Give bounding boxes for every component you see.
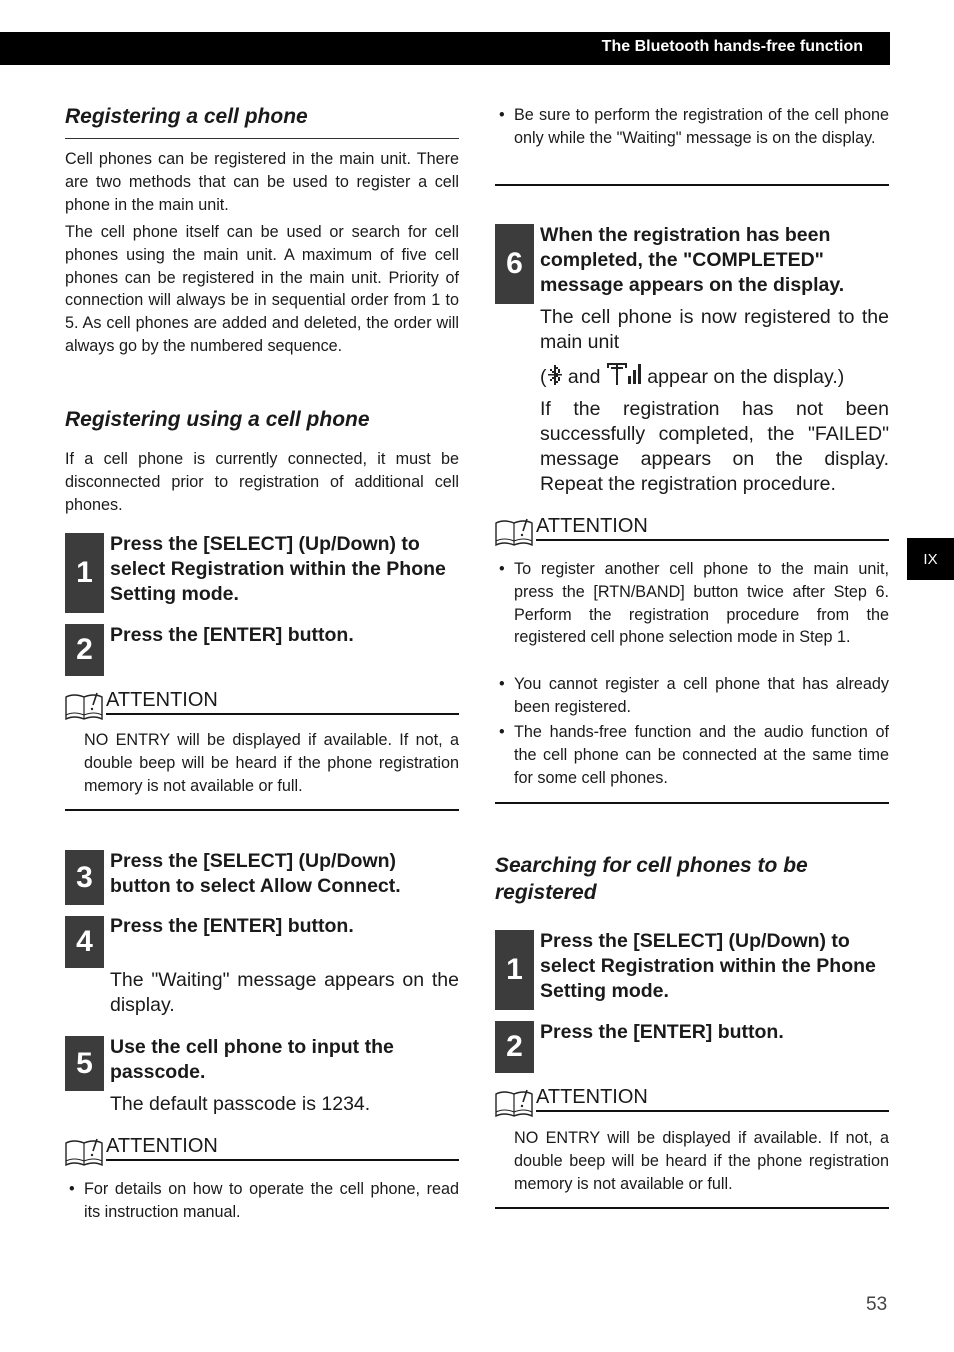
- attention-underline: [106, 1159, 459, 1161]
- intro-paragraph-2: The cell phone itself can be used or sea…: [65, 223, 459, 355]
- step-note-6-failed: If the registration has not been success…: [540, 398, 889, 495]
- attention-label: ATTENTION: [536, 515, 648, 537]
- book-attention-icon: [495, 1089, 533, 1118]
- book-attention-icon: [65, 1138, 103, 1167]
- attention-label: ATTENTION: [106, 1135, 218, 1157]
- attention-text: NO ENTRY will be displayed if available.…: [514, 1129, 889, 1193]
- page-header-bar: The Bluetooth hands-free function: [0, 32, 890, 65]
- step-number-5: 5: [65, 1036, 104, 1091]
- attention-bullet: • The hands-free function and the audio f…: [495, 721, 889, 789]
- book-attention-icon: [495, 518, 533, 547]
- section-divider: [65, 138, 459, 139]
- attention-label: ATTENTION: [106, 689, 218, 711]
- bullet-text: Be sure to perform the registration of t…: [514, 106, 889, 147]
- step-text-1: Press the [SELECT] (Up/Down) to select R…: [110, 533, 446, 605]
- step-note-4: The "Waiting" message appears on the dis…: [110, 969, 459, 1016]
- attention-text: NO ENTRY will be displayed if available.…: [84, 731, 459, 795]
- bullet-text: You cannot register a cell phone that ha…: [514, 675, 889, 716]
- step-note-6-registered: The cell phone is now registered to the …: [540, 306, 889, 353]
- attention-header: ATTENTION: [64, 689, 459, 721]
- bullet-dot: •: [499, 106, 505, 124]
- section-title-using-cell-phone: Registering using a cell phone: [65, 408, 370, 431]
- bullet-dot: •: [499, 560, 505, 578]
- attention-underline: [536, 1110, 889, 1112]
- attention-label: ATTENTION: [536, 1086, 648, 1108]
- waiting-note-bullet: • Be sure to perform the registration of …: [495, 104, 889, 150]
- step-text-6: When the registration has been completed…: [540, 224, 845, 296]
- attention-header: ATTENTION: [494, 1086, 889, 1118]
- step-text-2: Press the [ENTER] button.: [110, 624, 354, 646]
- page-number: 53: [866, 1294, 888, 1315]
- step-text-5: Use the cell phone to input the passcode…: [110, 1036, 394, 1083]
- chapter-title: The Bluetooth hands-free function: [601, 38, 863, 55]
- attention-bullet: • To register another cell phone to the m…: [495, 558, 889, 649]
- step-note-5: The default passcode is 1234.: [110, 1093, 371, 1115]
- attention-underline: [106, 713, 459, 715]
- bullet-dot: •: [499, 723, 505, 741]
- step-number-2: 2: [65, 624, 104, 676]
- book-attention-icon: [65, 692, 103, 721]
- step-number-1: 1: [65, 533, 104, 613]
- attention-bullet: • For details on how to operate the cell …: [65, 1178, 459, 1224]
- step-number-6: 6: [495, 224, 534, 304]
- bullet-text: The hands-free function and the audio fu…: [514, 723, 889, 787]
- attention-end-rule: [495, 802, 889, 804]
- bullet-text: To register another cell phone to the ma…: [514, 560, 889, 647]
- attention-end-rule: [495, 1207, 889, 1209]
- bluetooth-icon: [547, 365, 562, 385]
- bullet-dot: •: [499, 675, 505, 693]
- attention-header: ATTENTION: [494, 515, 889, 547]
- step-number-2: 2: [495, 1021, 534, 1073]
- step-note-6-icons: ( and appear on the display.): [540, 362, 889, 390]
- step-text-1: Press the [SELECT] (Up/Down) to select R…: [540, 930, 876, 1002]
- step-text-3: Press the [SELECT] (Up/Down) button to s…: [110, 850, 401, 897]
- bullet-text: For details on how to operate the cell p…: [84, 1180, 459, 1221]
- step-text-4: Press the [ENTER] button.: [110, 915, 354, 937]
- step-number-3: 3: [65, 850, 104, 905]
- section-title-registering: Registering a cell phone: [65, 105, 308, 128]
- and-text: and: [562, 366, 606, 388]
- appear-text: appear on the display.): [641, 366, 845, 388]
- step-number-4: 4: [65, 916, 104, 968]
- attention-underline: [536, 539, 889, 541]
- signal-strength-icon: [606, 363, 641, 385]
- bullet-dot: •: [69, 1180, 75, 1198]
- using-cell-phone-paragraph: If a cell phone is currently connected, …: [65, 450, 459, 514]
- attention-end-rule: [65, 809, 459, 811]
- chapter-tab: IX: [907, 538, 954, 580]
- intro-paragraph-1: Cell phones can be registered in the mai…: [65, 150, 459, 214]
- step-number-1: 1: [495, 930, 534, 1010]
- step-text-2: Press the [ENTER] button.: [540, 1021, 784, 1043]
- attention-header: ATTENTION: [64, 1135, 459, 1167]
- attention-end-rule: [495, 184, 889, 186]
- section-title-searching: Searching for cell phones to be register…: [495, 854, 808, 904]
- attention-bullet: • You cannot register a cell phone that h…: [495, 673, 889, 719]
